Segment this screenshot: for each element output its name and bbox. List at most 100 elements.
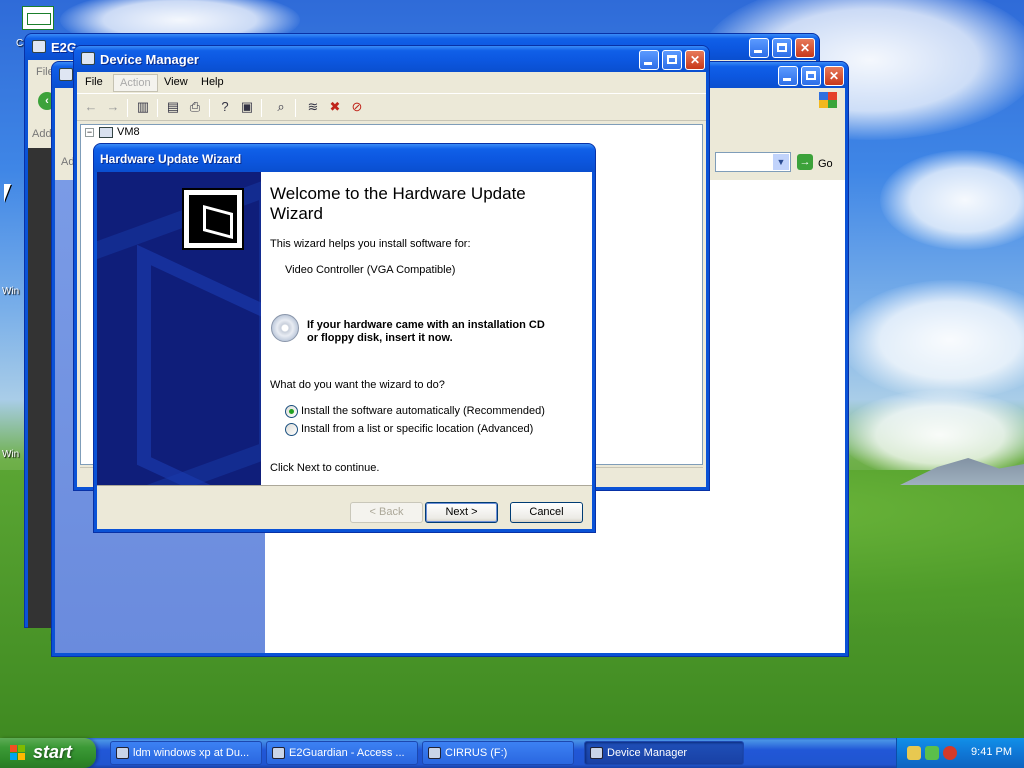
- maximize-button[interactable]: [662, 50, 682, 70]
- update-driver-icon[interactable]: ≋: [305, 99, 321, 115]
- window-icon: [59, 68, 73, 81]
- details-icon[interactable]: ▣: [239, 99, 255, 115]
- print-icon[interactable]: ⎙: [187, 99, 203, 115]
- continue-text: Click Next to continue.: [270, 462, 380, 474]
- address-label: Add: [32, 128, 52, 140]
- toolbar-separator: [127, 99, 128, 117]
- option-install-from-list-label[interactable]: Install from a list or specific location…: [301, 423, 533, 435]
- taskbar-item-active[interactable]: Device Manager: [584, 741, 744, 765]
- toolbar-separator: [157, 99, 158, 117]
- hardware-update-wizard-dialog[interactable]: Hardware Update Wizard Welcome to the Ha…: [93, 143, 596, 533]
- start-button[interactable]: start: [0, 738, 96, 768]
- taskbar-item[interactable]: ldm windows xp at Du...: [110, 741, 262, 765]
- minimize-button[interactable]: [778, 66, 798, 86]
- option-install-automatically-label[interactable]: Install the software automatically (Reco…: [301, 405, 545, 417]
- network-icon[interactable]: [907, 746, 921, 760]
- radio-install-from-list[interactable]: [285, 423, 298, 436]
- maximize-button[interactable]: [801, 66, 821, 86]
- close-button[interactable]: ✕: [685, 50, 705, 70]
- browser-icon: [116, 747, 129, 759]
- windows-flag-icon: [10, 745, 26, 761]
- device-name: Video Controller (VGA Compatible): [285, 264, 456, 276]
- cd-instruction: If your hardware came with an installati…: [307, 319, 545, 345]
- hardware-card-icon-inner: [189, 195, 237, 243]
- window-icon: [32, 40, 46, 53]
- cd-icon: [271, 314, 299, 342]
- security-icon[interactable]: [925, 746, 939, 760]
- dialog-body: Welcome to the Hardware Update Wizard Th…: [97, 172, 592, 529]
- show-hide-tree-icon[interactable]: ▥: [135, 99, 151, 115]
- uninstall-icon[interactable]: ✖: [327, 99, 343, 115]
- taskbar-item[interactable]: CIRRUS (F:): [422, 741, 574, 765]
- windows-logo-icon: [819, 92, 837, 108]
- collapse-icon[interactable]: −: [85, 128, 94, 137]
- back-icon[interactable]: ←: [83, 99, 99, 115]
- tree-root-label[interactable]: VM8: [117, 126, 140, 138]
- drive-icon: [428, 747, 441, 759]
- menu-view[interactable]: View: [164, 76, 188, 88]
- shield-alert-icon[interactable]: [943, 746, 957, 760]
- chevron-down-icon[interactable]: ▼: [773, 154, 789, 170]
- chip-outline: [203, 204, 233, 240]
- taskbar-item[interactable]: E2Guardian - Access ...: [266, 741, 418, 765]
- scan-hardware-icon[interactable]: ⌕: [273, 99, 289, 115]
- computer-icon: [590, 747, 603, 759]
- close-button[interactable]: ✕: [795, 38, 815, 58]
- back-button[interactable]: < Back: [350, 502, 423, 523]
- radio-install-automatically[interactable]: [285, 405, 298, 418]
- wizard-heading-line: Welcome to the Hardware Update: [270, 184, 526, 203]
- cloud: [840, 280, 1024, 400]
- hardware-card-icon: [182, 188, 244, 250]
- menu-bar: File Action View Help: [77, 72, 706, 94]
- intro-text: This wizard helps you install software f…: [270, 238, 471, 250]
- go-label[interactable]: Go: [818, 158, 833, 170]
- toolbar: ← → ▥ ▤ ⎙ ? ▣ ⌕ ≋ ✖ ⊘: [77, 95, 706, 121]
- wizard-sidebar-graphic: [97, 172, 261, 485]
- toolbar-separator: [261, 99, 262, 117]
- properties-icon[interactable]: ▤: [165, 99, 181, 115]
- cloud: [880, 150, 1024, 250]
- taskbar-item-label: E2Guardian - Access ...: [289, 747, 405, 759]
- wizard-heading: Welcome to the Hardware Update Wizard: [270, 184, 526, 224]
- next-button[interactable]: Next >: [425, 502, 498, 523]
- mouse-cursor-icon: [4, 184, 11, 202]
- menu-help[interactable]: Help: [201, 76, 224, 88]
- toolbar-separator: [209, 99, 210, 117]
- disable-icon[interactable]: ⊘: [349, 99, 365, 115]
- question-text: What do you want the wizard to do?: [270, 379, 445, 391]
- browser-icon: [272, 747, 285, 759]
- start-label: start: [33, 742, 73, 762]
- close-button[interactable]: ✕: [824, 66, 844, 86]
- wizard-heading-line: Wizard: [270, 204, 323, 223]
- dialog-title: Hardware Update Wizard: [100, 152, 242, 166]
- desktop-side-label: Win: [2, 449, 20, 460]
- wizard-footer: < Back Next > Cancel: [97, 485, 592, 529]
- go-arrow-icon[interactable]: →: [797, 154, 813, 170]
- taskbar-item-label: ldm windows xp at Du...: [133, 747, 250, 759]
- address-dropdown[interactable]: ▼: [715, 152, 791, 172]
- cancel-button[interactable]: Cancel: [510, 502, 583, 523]
- minimize-button[interactable]: [749, 38, 769, 58]
- help-icon[interactable]: ?: [217, 99, 233, 115]
- window-title: Device Manager: [100, 52, 199, 67]
- taskbar: start ldm windows xp at Du... E2Guardian…: [0, 738, 1024, 768]
- taskbar-item-label: CIRRUS (F:): [445, 747, 508, 759]
- cloud: [840, 390, 1024, 480]
- clock[interactable]: 9:41 PM: [971, 746, 1012, 758]
- taskbar-item-label: Device Manager: [607, 747, 688, 759]
- forward-icon[interactable]: →: [105, 99, 121, 115]
- cd-instruction-line: If your hardware came with an installati…: [307, 319, 545, 331]
- desktop-side-label: Win: [2, 286, 20, 297]
- menu-action[interactable]: Action: [113, 74, 158, 92]
- computer-icon: [81, 52, 95, 65]
- toolbar-separator: [295, 99, 296, 117]
- maximize-button[interactable]: [772, 38, 792, 58]
- wizard-content: Welcome to the Hardware Update Wizard Th…: [261, 172, 592, 485]
- menu-file[interactable]: File: [85, 76, 103, 88]
- system-tray: 9:41 PM: [896, 738, 1024, 768]
- dark-content-pane: [28, 148, 52, 628]
- computer-icon: [99, 127, 113, 138]
- cd-instruction-line: or floppy disk, insert it now.: [307, 332, 453, 344]
- desktop-shortcut-icon[interactable]: [22, 6, 54, 30]
- minimize-button[interactable]: [639, 50, 659, 70]
